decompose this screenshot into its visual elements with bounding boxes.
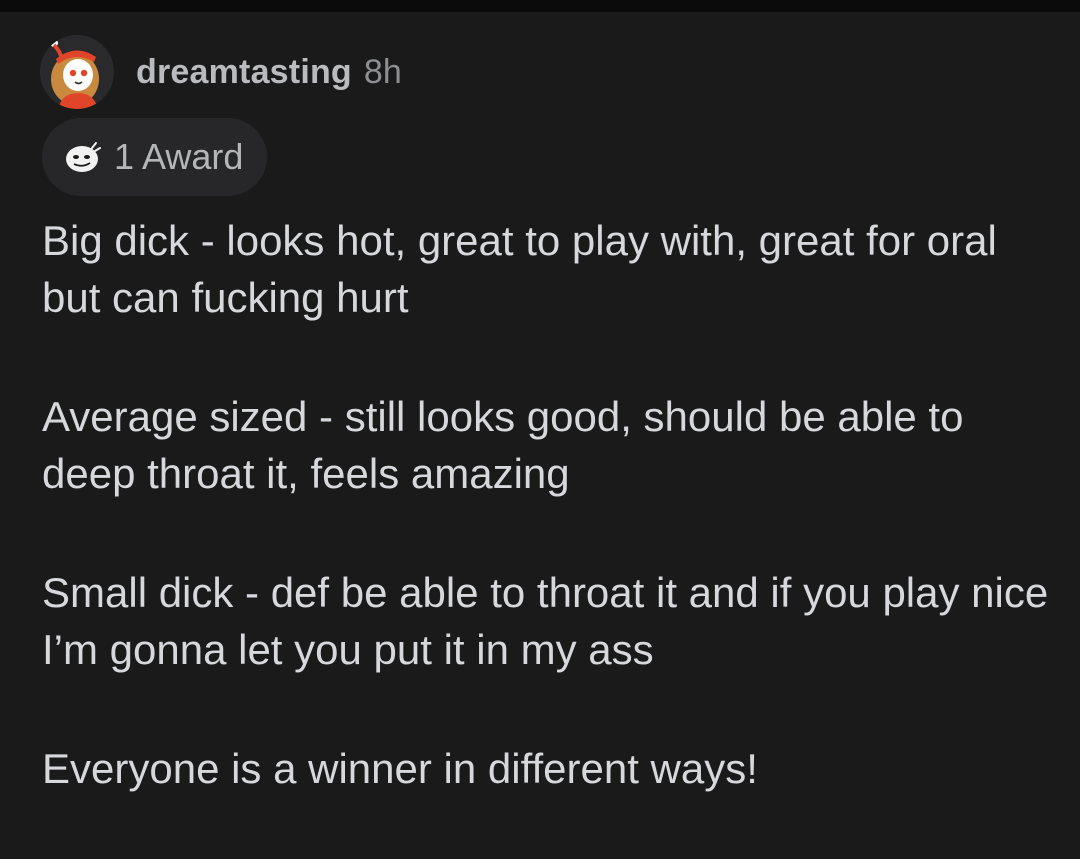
comment-paragraph: Big dick - looks hot, great to play with…: [42, 217, 997, 321]
award-badge[interactable]: 1 Award: [42, 118, 268, 196]
comment-header: dreamtasting 8h: [40, 35, 402, 109]
award-icon: [66, 142, 101, 172]
author-username[interactable]: dreamtasting: [136, 53, 352, 92]
user-avatar[interactable]: [40, 35, 114, 109]
avatar-icon: [40, 35, 114, 109]
award-count-label: 1 Award: [114, 136, 244, 177]
comment-timestamp: 8h: [363, 52, 402, 91]
status-bar: [0, 0, 1080, 12]
comment-paragraph: Everyone is a winner in different ways!: [42, 745, 758, 792]
comment-paragraph: Average sized - still looks good, should…: [42, 393, 964, 497]
comment-body: Big dick - looks hot, great to play with…: [42, 212, 1052, 859]
comment-card: dreamtasting 8h 1 Award Big dick - looks…: [0, 12, 1080, 823]
comment-paragraph: Small dick - def be able to throat it an…: [42, 569, 1049, 673]
